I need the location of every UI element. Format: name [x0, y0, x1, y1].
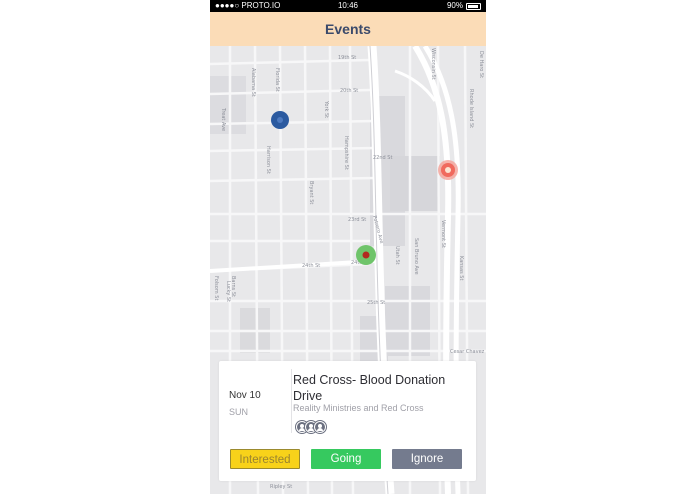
- street-label: Vermont St: [440, 220, 446, 248]
- page-title: Events: [325, 21, 371, 37]
- event-organizer: Reality Ministries and Red Cross: [293, 403, 424, 413]
- street-label: De Haro St: [478, 51, 484, 78]
- street-label: 19th St: [338, 55, 356, 61]
- street-label: Bryant St: [308, 181, 314, 204]
- street-label: Folsom St: [213, 276, 219, 300]
- event-title: Red Cross- Blood Donation Drive: [293, 373, 446, 403]
- street-label: 20th St: [340, 88, 358, 94]
- event-card[interactable]: Nov 10 SUN Red Cross- Blood Donation Dri…: [219, 361, 476, 481]
- battery-status: 90%: [447, 0, 481, 12]
- battery-icon: [466, 2, 481, 10]
- street-label: Treat Ave: [220, 107, 226, 131]
- street-label: Harrison St: [265, 146, 271, 174]
- street-label: 22nd St: [373, 155, 392, 161]
- street-label: Cesar Chavez: [450, 349, 485, 355]
- blue-marker[interactable]: [271, 111, 289, 129]
- street-label: Utah St: [394, 246, 400, 265]
- person-icon: [314, 421, 326, 433]
- nav-bar: Events: [210, 12, 486, 46]
- battery-percent: 90%: [446, 1, 463, 10]
- going-button[interactable]: Going: [311, 449, 381, 469]
- street-label: San Bruno Ave: [413, 238, 419, 275]
- orange-marker[interactable]: [438, 160, 458, 180]
- green-marker[interactable]: [356, 245, 376, 265]
- attendee-list[interactable]: [296, 421, 326, 433]
- event-date: Nov 10: [229, 390, 261, 401]
- event-date-block: Nov 10 SUN: [219, 369, 292, 433]
- street-label: Hampshire St: [343, 136, 349, 170]
- street-label: Lucky St: [225, 281, 231, 302]
- clock: 10:46: [337, 1, 359, 10]
- street-label: 24th St: [302, 263, 320, 269]
- interested-button[interactable]: Interested: [230, 449, 300, 469]
- street-label: Rhode Island St: [468, 89, 474, 128]
- street-label: Florida St: [274, 68, 280, 92]
- ignore-button[interactable]: Ignore: [392, 449, 462, 469]
- street-label: Alabama St: [250, 68, 256, 97]
- event-day: SUN: [229, 407, 249, 417]
- street-label: Wisconsin St: [430, 48, 436, 80]
- street-label: Ripley St: [270, 484, 292, 490]
- street-label: York St: [323, 100, 329, 118]
- street-label: 25th St: [367, 300, 385, 306]
- street-label: 23rd St: [348, 217, 366, 223]
- status-bar: ●●●●○ PROTO.IO 10:46 90%: [210, 0, 486, 12]
- phone-screen: ●●●●○ PROTO.IO 10:46 90% Events 19th St …: [210, 0, 486, 494]
- street-label: Kansas St: [458, 256, 464, 280]
